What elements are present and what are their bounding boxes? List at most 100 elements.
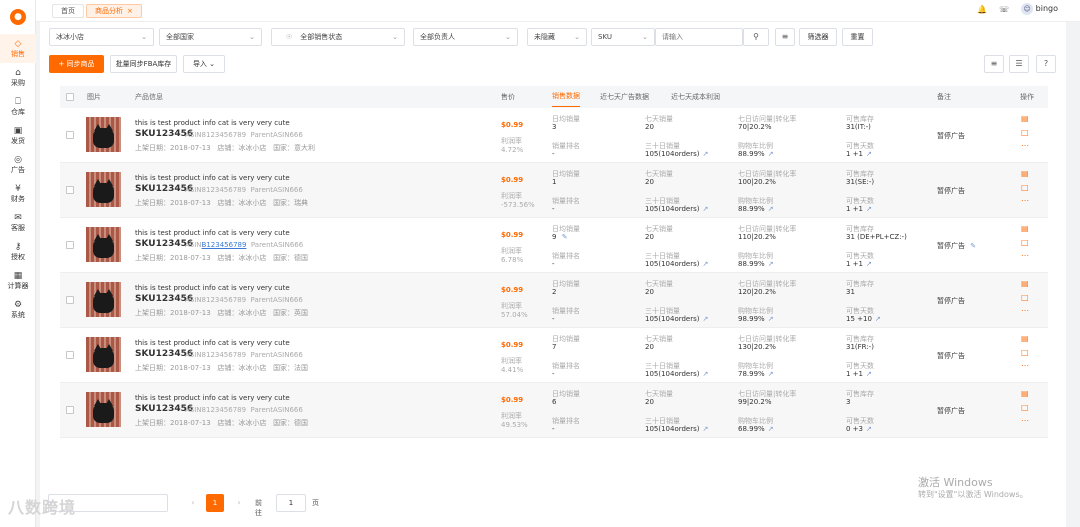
- bar-chart-icon[interactable]: ▤: [1021, 224, 1029, 233]
- trend-chart-icon[interactable]: ↗: [703, 370, 709, 378]
- sidebar-item-7[interactable]: ⚷ 授权: [0, 237, 36, 266]
- row-checkbox[interactable]: [66, 186, 74, 194]
- product-image[interactable]: [86, 337, 121, 372]
- sync-products-button[interactable]: + 同步商品: [49, 55, 104, 73]
- product-title[interactable]: this is test product info cat is very ve…: [135, 119, 290, 127]
- table-row[interactable]: this is test product info cat is very ve…: [60, 108, 1048, 163]
- trend-chart-icon[interactable]: ↗: [875, 315, 881, 323]
- goto-page-input[interactable]: 1: [276, 494, 306, 512]
- export-icon-button[interactable]: ≡: [984, 55, 1004, 73]
- trend-chart-icon[interactable]: ↗: [703, 205, 709, 213]
- trend-chart-icon[interactable]: ↗: [866, 425, 872, 433]
- header-price[interactable]: 售价: [501, 86, 515, 108]
- bar-chart-icon[interactable]: ▤: [1021, 334, 1029, 343]
- help-icon-button[interactable]: ?: [1036, 55, 1056, 73]
- sidebar-item-0[interactable]: ◇ 销售: [0, 34, 36, 63]
- batch-sync-fba-button[interactable]: 批量同步FBA库存: [110, 55, 177, 73]
- row-checkbox[interactable]: [66, 406, 74, 414]
- tab-product-analysis[interactable]: 商品分析 ×: [86, 4, 142, 18]
- select-all-checkbox[interactable]: [66, 93, 74, 101]
- owner-select[interactable]: 全部负责人 ⌄: [413, 28, 518, 46]
- tab-home[interactable]: 首页: [52, 4, 84, 18]
- product-title[interactable]: this is test product info cat is very ve…: [135, 339, 290, 347]
- sidebar-item-9[interactable]: ⚙ 系统: [0, 295, 36, 324]
- tab-sales-data[interactable]: 销售数据: [552, 86, 580, 107]
- trend-chart-icon[interactable]: ↗: [703, 260, 709, 268]
- sidebar-item-5[interactable]: ¥ 财务: [0, 179, 36, 208]
- bar-chart-icon[interactable]: ▤: [1021, 279, 1029, 288]
- product-image[interactable]: [86, 282, 121, 317]
- row-checkbox[interactable]: [66, 351, 74, 359]
- shop-select[interactable]: 冰冰小店 ⌄: [49, 28, 154, 46]
- edit-icon[interactable]: ✎: [970, 242, 976, 250]
- sidebar-item-3[interactable]: ▣ 发货: [0, 121, 36, 150]
- row-checkbox[interactable]: [66, 296, 74, 304]
- trend-chart-icon[interactable]: ↗: [703, 425, 709, 433]
- product-title[interactable]: this is test product info cat is very ve…: [135, 284, 290, 292]
- asin-link[interactable]: B123456789: [202, 241, 247, 249]
- product-title[interactable]: this is test product info cat is very ve…: [135, 174, 290, 182]
- filter-button[interactable]: 筛选器: [799, 28, 837, 46]
- country-select[interactable]: 全部国家 ⌄: [159, 28, 262, 46]
- bar-chart-icon[interactable]: ▤: [1021, 169, 1029, 178]
- comment-icon[interactable]: □: [1021, 403, 1029, 412]
- avatar[interactable]: ☺: [1021, 3, 1034, 15]
- trend-chart-icon[interactable]: ↗: [703, 315, 709, 323]
- sidebar-item-6[interactable]: ✉ 客服: [0, 208, 36, 237]
- trend-chart-icon[interactable]: ↗: [866, 260, 872, 268]
- tab-cost-profit[interactable]: 近七天成本利润: [671, 86, 720, 108]
- row-checkbox[interactable]: [66, 131, 74, 139]
- settings-icon-button[interactable]: ☰: [1009, 55, 1029, 73]
- comment-icon[interactable]: □: [1021, 293, 1029, 302]
- sidebar-item-8[interactable]: ▦ 计算器: [0, 266, 36, 295]
- tab-ad-data[interactable]: 近七天广告数据: [600, 86, 649, 108]
- comment-icon[interactable]: □: [1021, 238, 1029, 247]
- column-settings-button[interactable]: ≡: [775, 28, 795, 46]
- user-name[interactable]: bingo: [1036, 4, 1058, 13]
- table-row[interactable]: this is test product info cat is very ve…: [60, 218, 1048, 273]
- search-button[interactable]: ⚲: [743, 28, 769, 46]
- search-type-select[interactable]: SKU ⌄: [591, 28, 655, 46]
- product-image[interactable]: [86, 227, 121, 262]
- headset-icon[interactable]: ☏: [999, 5, 1009, 14]
- table-row[interactable]: this is test product info cat is very ve…: [60, 273, 1048, 328]
- edit-icon[interactable]: ✎: [562, 233, 568, 241]
- trend-chart-icon[interactable]: ↗: [768, 370, 774, 378]
- comment-icon[interactable]: □: [1021, 348, 1029, 357]
- trend-chart-icon[interactable]: ↗: [703, 150, 709, 158]
- comment-icon[interactable]: □: [1021, 183, 1029, 192]
- import-button[interactable]: 导入 ⌄: [183, 55, 225, 73]
- more-icon[interactable]: ⋯: [1021, 196, 1029, 205]
- app-logo[interactable]: ●: [0, 0, 36, 34]
- trend-chart-icon[interactable]: ↗: [866, 205, 872, 213]
- trend-chart-icon[interactable]: ↗: [768, 425, 774, 433]
- sidebar-item-1[interactable]: ⌂ 采购: [0, 63, 36, 92]
- trend-chart-icon[interactable]: ↗: [866, 370, 872, 378]
- sales-status-select[interactable]: ☉ 全部销售状态 ⌄: [271, 28, 405, 46]
- table-row[interactable]: this is test product info cat is very ve…: [60, 328, 1048, 383]
- product-title[interactable]: this is test product info cat is very ve…: [135, 394, 290, 402]
- product-title[interactable]: this is test product info cat is very ve…: [135, 229, 290, 237]
- product-image[interactable]: [86, 392, 121, 427]
- hidden-select[interactable]: 未隐藏 ⌄: [527, 28, 587, 46]
- product-image[interactable]: [86, 172, 121, 207]
- trend-chart-icon[interactable]: ↗: [768, 205, 774, 213]
- product-image[interactable]: [86, 117, 121, 152]
- tab-close-icon[interactable]: ×: [127, 7, 133, 15]
- next-page-button[interactable]: ›: [230, 494, 248, 512]
- more-icon[interactable]: ⋯: [1021, 416, 1029, 425]
- bell-icon[interactable]: 🔔: [977, 5, 987, 14]
- more-icon[interactable]: ⋯: [1021, 251, 1029, 260]
- trend-chart-icon[interactable]: ↗: [768, 150, 774, 158]
- table-row[interactable]: this is test product info cat is very ve…: [60, 383, 1048, 438]
- trend-chart-icon[interactable]: ↗: [866, 150, 872, 158]
- prev-page-button[interactable]: ‹: [184, 494, 202, 512]
- more-icon[interactable]: ⋯: [1021, 141, 1029, 150]
- comment-icon[interactable]: □: [1021, 128, 1029, 137]
- current-page[interactable]: 1: [206, 494, 224, 512]
- trend-chart-icon[interactable]: ↗: [768, 260, 774, 268]
- row-checkbox[interactable]: [66, 241, 74, 249]
- bar-chart-icon[interactable]: ▤: [1021, 114, 1029, 123]
- reset-button[interactable]: 重置: [842, 28, 873, 46]
- sidebar-item-2[interactable]: ⎕ 仓库: [0, 92, 36, 121]
